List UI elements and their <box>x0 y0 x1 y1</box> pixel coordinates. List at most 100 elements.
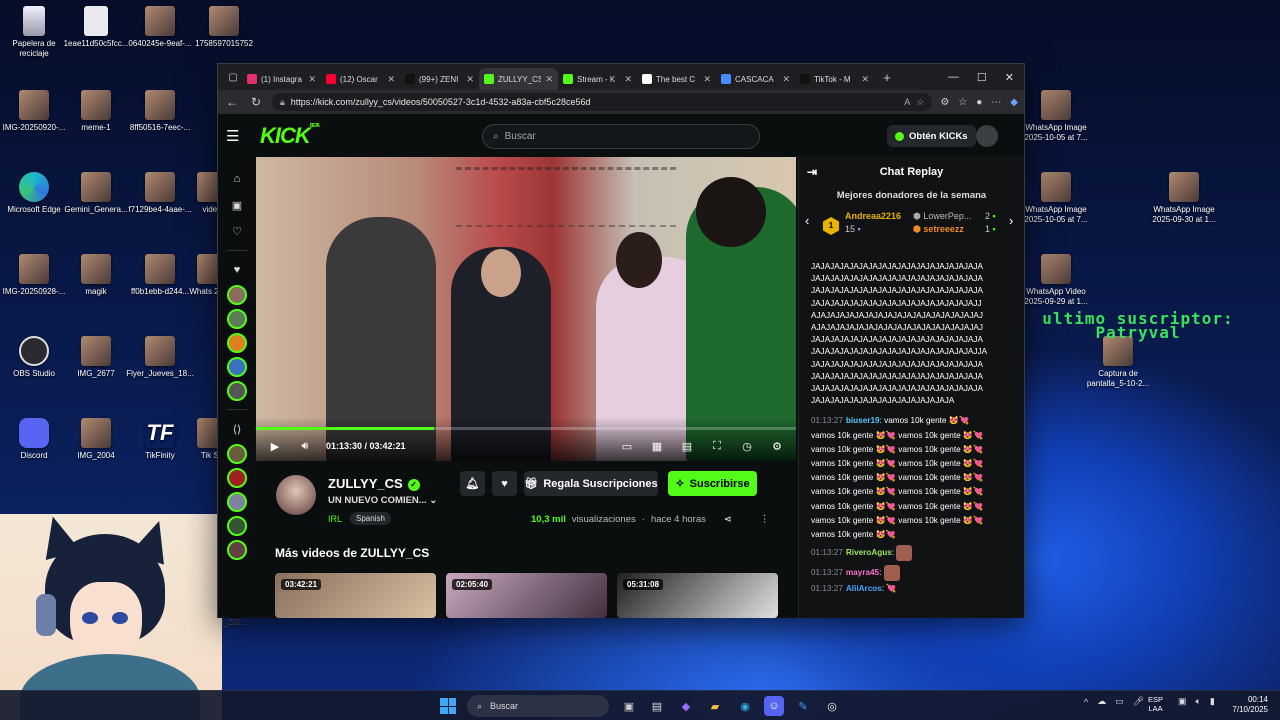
video-thumbnail[interactable]: 03:42:21 <box>275 573 436 618</box>
chevron-up-icon[interactable]: ^ <box>1084 697 1088 707</box>
browse-icon[interactable]: ▣ <box>226 194 248 216</box>
copilot-icon[interactable]: ◆ <box>1010 97 1018 108</box>
channel-avatar[interactable] <box>276 475 316 515</box>
mini-player-icon[interactable]: ▭ <box>618 440 636 453</box>
close-tab-icon[interactable]: ✕ <box>703 74 711 85</box>
follow-heart-button[interactable]: ♥ <box>492 471 517 496</box>
edge-taskbar-icon[interactable]: ◉ <box>735 696 755 716</box>
desktop-icon[interactable]: WhatsApp Image 2025-09-30 at 1... <box>1150 172 1218 225</box>
desktop-icon[interactable]: 0640245e-9eaf-... <box>126 6 194 49</box>
theater-mode-icon[interactable]: ▤ <box>678 440 696 453</box>
store-icon[interactable]: ▤ <box>647 696 667 716</box>
chat-username[interactable]: RiveroAgus <box>846 548 892 557</box>
stream-title[interactable]: UN NUEVO COMIEN... ⌄ <box>328 495 437 506</box>
channel-name[interactable]: ZULLYY_CS ✓ <box>328 476 420 491</box>
search-input[interactable]: ⌕ Buscar <box>482 124 760 149</box>
fullscreen-icon[interactable]: ⛶ <box>708 440 726 453</box>
onedrive-icon[interactable]: ☁ <box>1097 696 1106 707</box>
browser-tab[interactable]: Stream - K ✕ <box>558 68 637 90</box>
browser-tab[interactable]: (99+) ZENI ✕ <box>400 68 479 90</box>
video-player[interactable]: ▶ 🔊︎ 01:13:30 / 03:42:21 ▭ ▦ ▤ ⛶ ◷ ⚙ <box>256 157 796 461</box>
microphone-icon[interactable]: 🎤︎ <box>1133 696 1144 707</box>
speed-icon[interactable]: ◷ <box>738 440 756 453</box>
close-tab-icon[interactable]: ✕ <box>545 74 553 85</box>
desktop-icon[interactable]: 1eae11d50c5fcc... <box>62 6 130 49</box>
file-explorer-icon[interactable]: ▰ <box>705 696 725 716</box>
battery-icon[interactable]: ▮ <box>1210 696 1215 707</box>
menu-icon[interactable]: ☰ <box>226 127 248 145</box>
kick-logo[interactable]: KICKBETA <box>260 123 320 149</box>
desktop-icon[interactable]: magik <box>62 254 130 297</box>
desktop-icon[interactable]: Microsoft Edge <box>0 172 68 215</box>
desktop-icon[interactable]: WhatsApp Video 2025-09-29 at 1... <box>1022 254 1090 307</box>
desktop-icon[interactable]: Discord <box>0 418 68 461</box>
clip-icon[interactable]: ▦ <box>648 440 666 453</box>
close-tab-icon[interactable]: ✕ <box>387 74 395 85</box>
app-taskbar-icon[interactable]: ✎ <box>793 696 813 716</box>
browser-tab[interactable]: (1) Instagra ✕ <box>242 68 321 90</box>
following-icon[interactable]: ♡ <box>226 220 248 242</box>
discord-taskbar-icon[interactable]: ☺ <box>764 696 784 716</box>
volume-icon[interactable]: 🔊︎ <box>296 440 314 453</box>
desktop-icon[interactable]: IMG-20250928-... <box>0 254 68 297</box>
chat-username[interactable]: mayra45 <box>846 568 879 577</box>
video-thumbnail[interactable]: 05:31:08 <box>617 573 778 618</box>
back-icon[interactable]: ← <box>224 95 240 109</box>
desktop-icon[interactable]: Captura de pantalla_5-10-2... <box>1084 336 1152 389</box>
maximize-icon[interactable]: ☐ <box>977 71 987 84</box>
task-view-icon[interactable]: ▣ <box>619 696 639 716</box>
subscribe-button[interactable]: ✧ Suscribirse <box>668 471 757 496</box>
desktop-icon[interactable]: Gemini_Genera... <box>62 172 130 215</box>
close-tab-icon[interactable]: ✕ <box>861 74 869 85</box>
chat-username[interactable]: AliiArcos <box>846 584 882 593</box>
close-tab-icon[interactable]: ✕ <box>308 74 316 85</box>
collections-icon[interactable]: ☆ <box>958 97 967 108</box>
followed-channel-avatar[interactable] <box>227 333 247 353</box>
tab-actions-icon[interactable]: ▢ <box>224 68 242 86</box>
read-aloud-icon[interactable]: A <box>904 97 910 107</box>
followed-channel-avatar[interactable] <box>227 381 247 401</box>
followed-channel-avatar[interactable] <box>227 309 247 329</box>
volume-tray-icon[interactable]: 🔈︎ <box>1196 696 1201 707</box>
start-windows-icon[interactable] <box>440 698 456 714</box>
collapse-chat-icon[interactable]: ⇥ <box>807 165 817 179</box>
profile-icon[interactable]: ● <box>976 97 982 108</box>
language-tag[interactable]: Spanish <box>350 512 391 525</box>
close-tab-icon[interactable]: ✕ <box>782 74 790 85</box>
minimize-icon[interactable]: — <box>948 71 959 84</box>
network-icon[interactable]: ▣ <box>1178 696 1187 707</box>
followed-channel-avatar[interactable] <box>227 285 247 305</box>
desktop-icon[interactable]: 8ff50516-7eec-... <box>126 90 194 133</box>
recommended-channel-avatar[interactable] <box>227 492 247 512</box>
followed-channel-avatar[interactable] <box>227 357 247 377</box>
clock[interactable]: 00:14 7/10/2025 <box>1220 695 1268 715</box>
tray-app-icon[interactable]: ▭ <box>1115 696 1124 707</box>
followed-heart-icon[interactable]: ♥ <box>226 259 248 281</box>
taskbar-search[interactable]: ⌕ Buscar <box>467 695 609 717</box>
close-tab-icon[interactable]: ✕ <box>466 74 474 85</box>
gift-subs-button[interactable]: 🎁︎ Regala Suscripciones <box>524 471 658 496</box>
desktop-icon[interactable]: OBS Studio <box>0 336 68 379</box>
recommended-icon[interactable]: ⟨⟩ <box>226 418 248 440</box>
browser-tab[interactable]: TikTok - M ✕ <box>795 68 874 90</box>
donor-name[interactable]: Andreaa2216 <box>845 211 901 221</box>
copilot-app-icon[interactable]: ◆ <box>676 696 696 716</box>
language-indicator[interactable]: ESP LAA <box>1148 695 1163 713</box>
close-tab-icon[interactable]: ✕ <box>624 74 632 85</box>
donor-name[interactable]: ⬢ LowerPep... <box>913 211 971 222</box>
url-field[interactable]: 🔒︎ https://kick.com/zullyy_cs/videos/500… <box>272 93 933 111</box>
obs-taskbar-icon[interactable]: ◎ <box>822 696 842 716</box>
browser-tab[interactable]: The best C ✕ <box>637 68 716 90</box>
desktop-icon[interactable]: meme-1 <box>62 90 130 133</box>
desktop-icon[interactable]: Papelera de reciclaje <box>0 6 68 59</box>
desktop-icon[interactable]: WhatsApp Image 2025-10-05 at 7... <box>1022 90 1090 143</box>
chevron-left-icon[interactable]: ‹ <box>805 213 809 228</box>
browser-tab[interactable]: (12) Oscar ✕ <box>321 68 400 90</box>
more-options-icon[interactable]: ⋮ <box>760 514 770 525</box>
user-avatar[interactable] <box>976 125 998 147</box>
settings-gear-icon[interactable]: ⚙ <box>768 440 786 453</box>
chevron-right-icon[interactable]: › <box>1009 213 1013 228</box>
notification-bell-button[interactable]: 🔔︎ <box>460 471 485 496</box>
close-window-icon[interactable]: ✕ <box>1005 71 1014 84</box>
desktop-icon[interactable]: Flyer_Jueves_18... <box>126 336 194 379</box>
